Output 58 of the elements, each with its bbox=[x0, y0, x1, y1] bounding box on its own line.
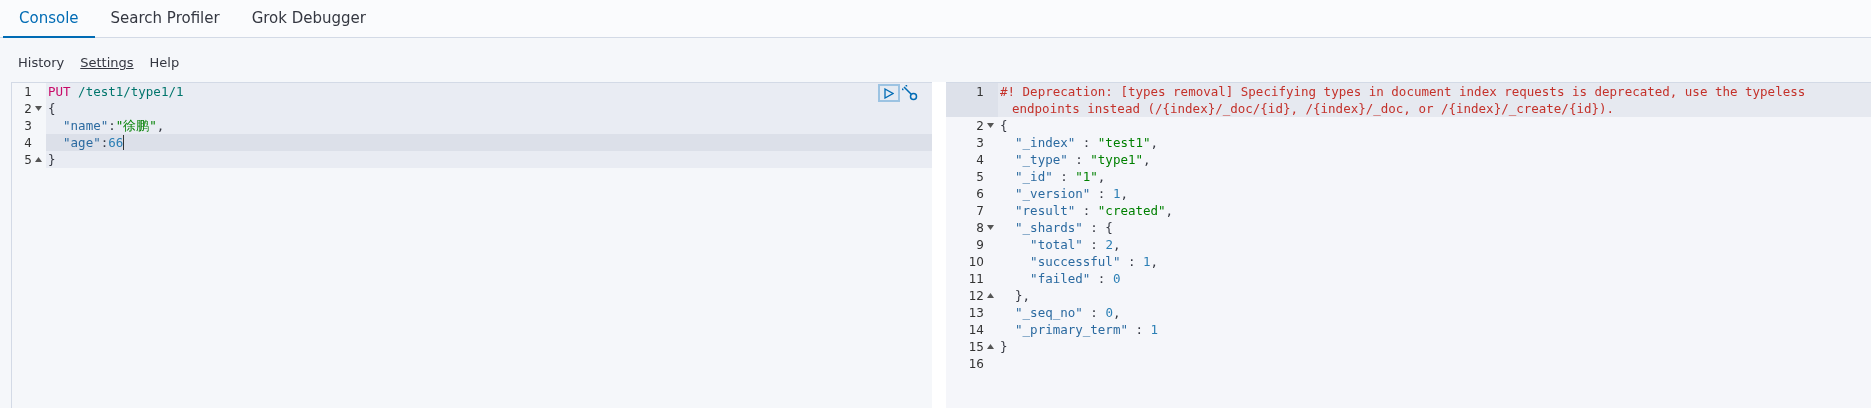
line-number: 15 bbox=[968, 338, 984, 356]
code-line: { bbox=[48, 100, 56, 117]
line-number: 5 bbox=[24, 151, 32, 169]
code-line: endpoints instead (/{index}/_doc/{id}, /{index}/_doc, or /{index}/_create/{id}). bbox=[1012, 100, 1615, 117]
code-line: #! Deprecation: [types removal] Specifying types in document index requests is deprecated, use the typeless bbox=[1000, 83, 1806, 100]
code-line: "_version" : 1, bbox=[1014, 185, 1128, 202]
code-line: "age":66 bbox=[62, 134, 124, 151]
fold-arrow-icon[interactable] bbox=[35, 157, 42, 162]
line-number: 2 bbox=[24, 100, 32, 118]
line-number: 10 bbox=[968, 253, 984, 271]
line-number: 16 bbox=[968, 355, 984, 373]
code-line: "_type" : "type1", bbox=[1014, 151, 1151, 168]
code-line: "successful" : 1, bbox=[1029, 253, 1159, 270]
menu-link[interactable]: Help bbox=[149, 53, 180, 73]
fold-arrow-icon[interactable] bbox=[987, 344, 994, 349]
tab[interactable]: Grok Debugger bbox=[235, 0, 382, 38]
code-line: "name":"徐鹏", bbox=[62, 117, 165, 134]
line-number: 3 bbox=[24, 117, 32, 135]
code-line: "result" : "created", bbox=[1014, 202, 1174, 219]
tab[interactable]: Search Profiler bbox=[94, 0, 236, 38]
menu-link[interactable]: History bbox=[18, 53, 65, 73]
code-line: "_seq_no" : 0, bbox=[1014, 304, 1121, 321]
fold-arrow-icon[interactable] bbox=[987, 225, 994, 230]
line-number: 1 bbox=[24, 83, 32, 101]
play-icon bbox=[884, 87, 894, 99]
fold-arrow-icon[interactable] bbox=[35, 106, 42, 111]
code-line: "failed" : 0 bbox=[1029, 270, 1121, 287]
line-number: 4 bbox=[24, 134, 32, 152]
tab[interactable]: Console bbox=[3, 0, 95, 38]
code-line: PUT /test1/type1/1 bbox=[48, 83, 184, 100]
line-number: 4 bbox=[976, 151, 984, 169]
code-line: } bbox=[1000, 338, 1008, 355]
code-line: "_primary_term" : 1 bbox=[1014, 321, 1159, 338]
menu-link[interactable]: Settings bbox=[80, 53, 134, 73]
line-number: 6 bbox=[976, 185, 984, 203]
code-line: "_index" : "test1", bbox=[1014, 134, 1159, 151]
code-line: "_id" : "1", bbox=[1014, 168, 1106, 185]
code-line: { bbox=[1000, 117, 1008, 134]
code-line: }, bbox=[1014, 287, 1031, 304]
line-number: 5 bbox=[976, 168, 984, 186]
line-number: 8 bbox=[976, 219, 984, 237]
code-line: "_shards" : { bbox=[1014, 219, 1113, 236]
request-editor[interactable]: 1 PUT /test1/type1/1 2 { 3 "name":"徐鹏", 4 "age":66 5 } bbox=[11, 82, 932, 408]
fold-arrow-icon[interactable] bbox=[987, 293, 994, 298]
code-line: "total" : 2, bbox=[1029, 236, 1121, 253]
line-number: 3 bbox=[976, 134, 984, 152]
line-number: 14 bbox=[968, 321, 984, 339]
text-cursor bbox=[123, 135, 125, 150]
line-number: 11 bbox=[968, 270, 984, 288]
line-number: 13 bbox=[968, 304, 984, 322]
line-number: 1 bbox=[976, 83, 984, 101]
fold-arrow-icon[interactable] bbox=[987, 123, 994, 128]
line-number: 7 bbox=[976, 202, 984, 220]
run-button[interactable] bbox=[878, 84, 900, 102]
line-number: 2 bbox=[976, 117, 984, 135]
line-number: 9 bbox=[976, 236, 984, 254]
code-line: } bbox=[48, 151, 56, 168]
line-number: 12 bbox=[968, 287, 984, 305]
